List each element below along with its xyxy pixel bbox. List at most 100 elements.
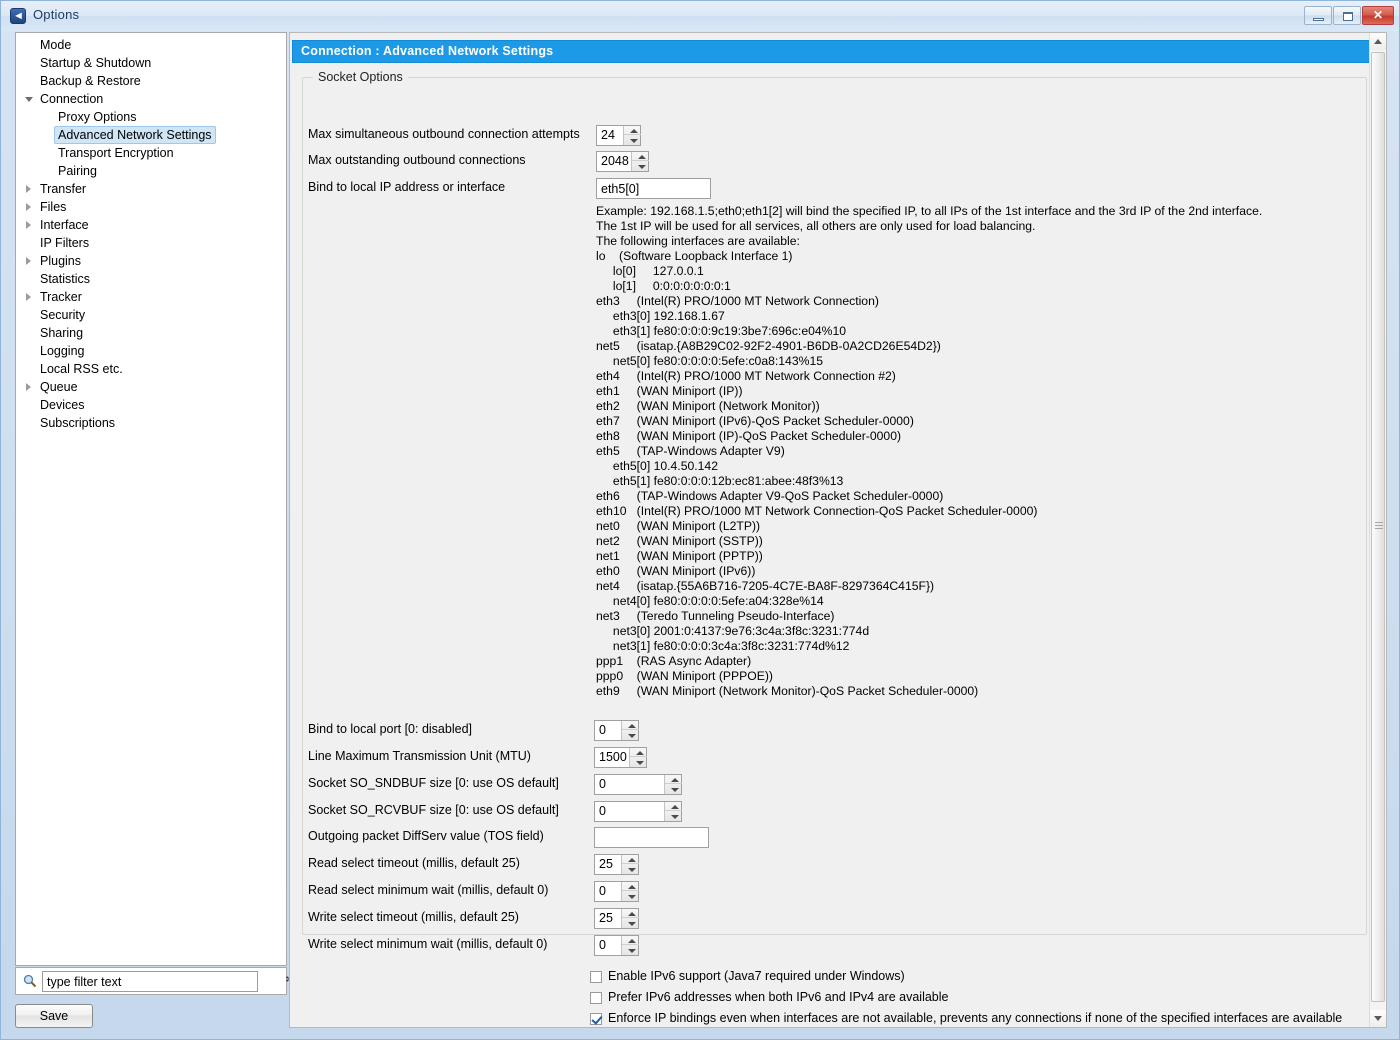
spin-up-icon[interactable] [624,126,641,135]
minimize-button[interactable] [1304,6,1332,25]
chevron-down-icon[interactable] [25,97,33,102]
spin-down-icon[interactable] [624,136,641,145]
bind-port-spin-buttons[interactable] [621,721,639,740]
spin-up-icon[interactable] [622,721,639,730]
scroll-up-arrow-icon[interactable] [1370,33,1386,50]
rcvbuf-stepper[interactable]: 0 [594,801,682,822]
sidebar-item-files[interactable]: Files [16,198,286,216]
sidebar-item-devices[interactable]: Devices [16,396,286,414]
mtu-stepper[interactable]: 1500 [594,747,647,768]
max-attempts-stepper[interactable]: 24 [596,125,641,146]
sidebar-item-transfer[interactable]: Transfer [16,180,286,198]
max-attempts-spin-buttons[interactable] [623,126,641,145]
mtu-spin-buttons[interactable] [629,748,647,767]
checkbox-unchecked-icon[interactable] [590,992,602,1004]
maximize-button[interactable] [1333,6,1361,25]
spin-down-icon[interactable] [632,162,649,171]
write-min-wait-label: Write select minimum wait (millis, defau… [308,937,548,951]
spin-up-icon[interactable] [622,936,639,945]
chevron-right-icon[interactable] [26,383,31,391]
sidebar-item-startup-shutdown[interactable]: Startup & Shutdown [16,54,286,72]
save-button[interactable]: Save [15,1004,93,1028]
spin-down-icon[interactable] [622,892,639,901]
spin-up-icon[interactable] [665,802,682,811]
read-timeout-stepper[interactable]: 25 [594,854,639,875]
write-min-wait-stepper[interactable]: 0 [594,935,639,956]
vuze-app-icon: ◄ [10,8,26,24]
sidebar-item-subscriptions[interactable]: Subscriptions [16,414,286,432]
spin-up-icon[interactable] [622,909,639,918]
interface-line: Example: 192.168.1.5;eth0;eth1[2] will b… [596,204,1263,218]
close-button[interactable]: ✕ [1362,6,1394,25]
chevron-right-icon[interactable] [26,257,31,265]
max-outstanding-spin-buttons[interactable] [631,152,649,171]
write-timeout-stepper[interactable]: 25 [594,908,639,929]
spin-down-icon[interactable] [665,785,682,794]
sidebar-item-mode[interactable]: Mode [16,36,286,54]
spin-down-icon[interactable] [622,865,639,874]
sidebar-item-statistics[interactable]: Statistics [16,270,286,288]
sidebar-item-pairing[interactable]: Pairing [16,162,286,180]
filter-input[interactable] [42,971,258,992]
max-outstanding-label: Max outstanding outbound connections [308,153,526,167]
spin-down-icon[interactable] [665,812,682,821]
sidebar-item-connection[interactable]: Connection [16,90,286,108]
scroll-down-arrow-icon[interactable] [1370,1010,1386,1027]
write-timeout-spin-buttons[interactable] [621,909,639,928]
sidebar-item-ip-filters[interactable]: IP Filters [16,234,286,252]
sidebar-item-sharing[interactable]: Sharing [16,324,286,342]
interface-line: net4[0] fe80:0:0:0:0:5efe:a04:328e%14 [596,594,824,608]
interface-line: net3[0] 2001:0:4137:9e76:3c4a:3f8c:3231:… [596,624,870,638]
chevron-right-icon[interactable] [26,203,31,211]
bind-ip-input[interactable] [596,178,711,199]
diffserv-input[interactable] [594,827,709,848]
chevron-right-icon[interactable] [26,293,31,301]
max-outstanding-stepper[interactable]: 2048 [596,151,649,172]
spin-up-icon[interactable] [622,855,639,864]
row-diffserv: Outgoing packet DiffServ value (TOS fiel… [308,827,1008,849]
interface-line: ppp1 (RAS Async Adapter) [596,654,752,668]
checkbox-checked-icon[interactable] [590,1013,602,1025]
spin-down-icon[interactable] [622,919,639,928]
chevron-right-icon[interactable] [26,185,31,193]
spin-up-icon[interactable] [632,152,649,161]
sndbuf-spin-buttons[interactable] [664,775,682,794]
scrollbar-thumb[interactable] [1371,52,1385,1002]
content-vertical-scrollbar[interactable] [1369,33,1386,1027]
spin-down-icon[interactable] [630,758,647,767]
sidebar-item-label: Statistics [40,272,91,286]
spin-down-icon[interactable] [622,946,639,955]
write-min-wait-spin-buttons[interactable] [621,936,639,955]
sidebar-item-local-rss-etc[interactable]: Local RSS etc. [16,360,286,378]
read-timeout-spin-buttons[interactable] [621,855,639,874]
spin-up-icon[interactable] [665,775,682,784]
sidebar-item-backup-restore[interactable]: Backup & Restore [16,72,286,90]
sidebar-item-tracker[interactable]: Tracker [16,288,286,306]
chevron-right-icon[interactable] [26,221,31,229]
sidebar-item-label: Local RSS etc. [40,362,123,376]
sidebar-item-plugins[interactable]: Plugins [16,252,286,270]
checkbox-unchecked-icon[interactable] [590,971,602,983]
spin-up-icon[interactable] [630,748,647,757]
sidebar-item-proxy-options[interactable]: Proxy Options [16,108,286,126]
sidebar-item-interface[interactable]: Interface [16,216,286,234]
spin-down-icon[interactable] [622,731,639,740]
sndbuf-stepper[interactable]: 0 [594,774,682,795]
sidebar-item-transport-encryption[interactable]: Transport Encryption [16,144,286,162]
write-timeout-label: Write select timeout (millis, default 25… [308,910,519,924]
sidebar-item-security[interactable]: Security [16,306,286,324]
page-title: Connection : Advanced Network Settings [301,44,554,58]
checkbox-label: Enforce IP bindings even when interfaces… [608,1011,1343,1025]
read-min-wait-spin-buttons[interactable] [621,882,639,901]
read-min-wait-stepper[interactable]: 0 [594,881,639,902]
spin-up-icon[interactable] [622,882,639,891]
sidebar-item-logging[interactable]: Logging [16,342,286,360]
read-min-wait-value: 0 [599,884,606,898]
sidebar-item-label: Devices [40,398,85,412]
sidebar-item-label: IP Filters [40,236,90,250]
bind-port-stepper[interactable]: 0 [594,720,639,741]
rcvbuf-spin-buttons[interactable] [664,802,682,821]
sidebar-item-queue[interactable]: Queue [16,378,286,396]
sidebar-item-advanced-network-settings[interactable]: Advanced Network Settings [16,126,286,144]
settings-tree-sidebar[interactable]: Mode Startup & Shutdown Backup & Restore Co… [15,32,287,966]
